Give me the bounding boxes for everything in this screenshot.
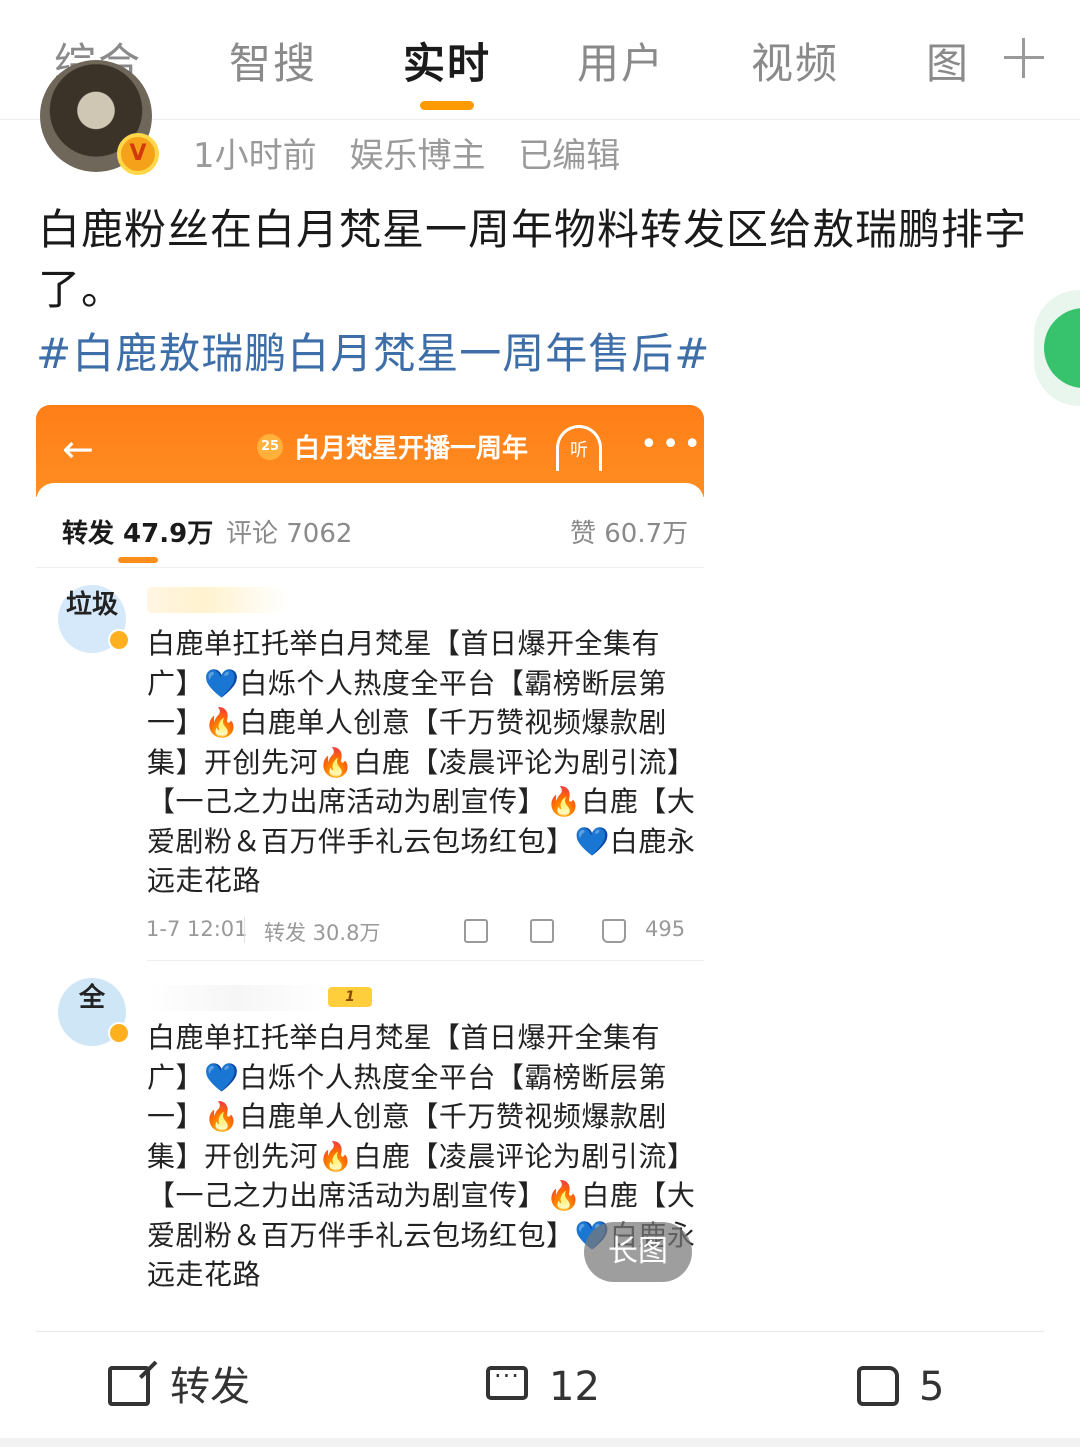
comment-icon[interactable] [486,1362,528,1400]
post-hashtag-link[interactable]: #白鹿敖瑞鹏白月梵星一周年售后# [36,324,710,384]
image-stat-reposts: 转发 47.9万 [62,519,214,549]
divider [147,960,704,961]
tab-smart-search[interactable]: 智搜 [229,30,317,91]
verified-icon [108,1022,130,1044]
comment-reposts: 转发 30.8万 [264,921,381,945]
tab-users[interactable]: 用户 [577,30,665,91]
search-tab-bar: 综合 智搜 实时 用户 视频 图 [0,0,1080,120]
back-arrow-icon: ← [62,427,94,471]
avatar-text: 垃圾 [65,590,118,620]
tab-videos[interactable]: 视频 [751,30,839,91]
bottom-divider [0,1438,1080,1447]
image-header-title: 白月梵星开播一周年 [294,434,529,464]
divider [244,917,245,943]
more-icon: ••• [640,427,704,462]
like-button[interactable]: 5 [919,1360,944,1414]
verified-icon [108,629,130,651]
comment-avatar: 垃圾 [58,585,130,653]
comment-date: 1-7 12:01 [146,917,248,941]
floating-chat-button[interactable] [1034,290,1080,406]
headphones-icon: 听 [556,425,602,471]
topic-icon: 25 [257,434,283,460]
level-badge: 1 [328,987,372,1007]
blurred-username [147,985,327,1011]
comment-button[interactable]: 12 [549,1360,600,1414]
comment-likes: 495 [645,917,686,941]
verified-badge-icon: V [117,133,159,175]
image-stat-comments: 评论 7062 [226,519,353,549]
share-button[interactable]: 转发 [170,1360,250,1414]
tab-images[interactable]: 图 [926,30,970,91]
active-tab-indicator [420,101,474,110]
comment-icon [530,919,554,943]
add-tab-icon[interactable] [1004,38,1044,78]
post-meta: 1小时前 娱乐博主 已编辑 [193,128,642,177]
post-image[interactable]: ← 25 白月梵星开播一周年 听 ••• 转发 47.9万 评论 7062 赞 … [36,405,704,1330]
tab-realtime[interactable]: 实时 [403,30,491,91]
comment-avatar: 全 [58,978,130,1046]
avatar-text: 全 [78,983,105,1013]
blurred-username [147,587,287,613]
comment-text: 白鹿单扛托举白月梵星【首日爆开全集有广】💙白烁个人热度全平台【霸榜断层第一】🔥白… [147,627,696,897]
divider [36,1331,1044,1332]
image-stat-indicator [118,557,158,563]
edited-label: 已编辑 [518,136,621,176]
chat-bubble-icon [1044,308,1080,388]
like-icon[interactable] [857,1366,899,1406]
post-time: 1小时前 [193,136,317,176]
share-icon[interactable] [108,1366,150,1406]
post-text: 白鹿粉丝在白月梵星一周年物料转发区给敖瑞鹏排字了。 [38,205,1028,314]
share-icon [464,919,488,943]
image-stat-likes: 赞 60.7万 [570,519,689,549]
author-tag: 娱乐博主 [349,136,486,176]
divider [36,567,704,568]
like-icon [602,919,626,943]
long-image-badge[interactable]: 长图 [584,1222,692,1282]
